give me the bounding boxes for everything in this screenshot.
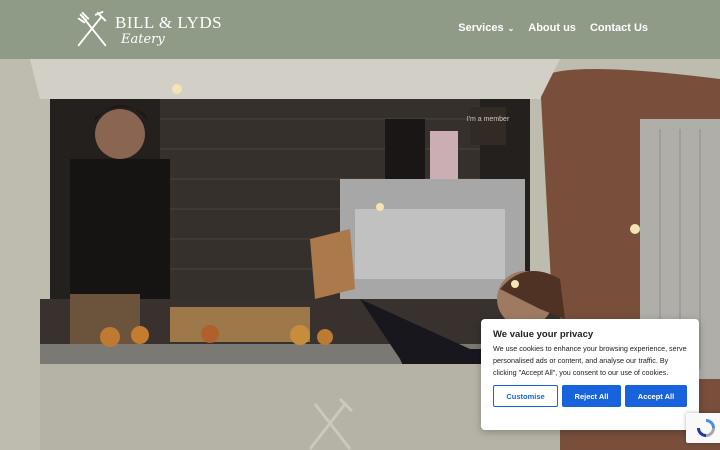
fork-wheat-icon — [77, 11, 107, 47]
site-header: BILL & LYDS Eatery Services ⌄ About us C… — [0, 0, 720, 59]
accept-all-button[interactable]: Accept All — [625, 385, 687, 407]
logo-title: BILL & LYDS — [115, 13, 223, 32]
nav-item-contact-us[interactable]: Contact Us — [590, 22, 648, 34]
cookie-buttons: Customise Reject All Accept All — [493, 385, 687, 407]
cookie-title: We value your privacy — [493, 329, 594, 340]
logo-subtitle: Eatery — [121, 32, 165, 47]
nav-item-label: About us — [528, 22, 576, 34]
reject-all-button[interactable]: Reject All — [562, 385, 621, 407]
recaptcha-icon — [697, 419, 715, 437]
cookie-description: We use cookies to enhance your browsing … — [493, 344, 687, 377]
nav-item-about-us[interactable]: About us — [528, 22, 576, 34]
main-nav: Services ⌄ About us Contact Us — [458, 22, 648, 34]
nav-item-services[interactable]: Services ⌄ — [458, 22, 514, 34]
recaptcha-badge[interactable] — [686, 413, 720, 443]
cookie-consent-banner: We value your privacy We use cookies to … — [481, 319, 699, 430]
site-logo[interactable]: BILL & LYDS Eatery — [73, 8, 223, 52]
nav-item-label: Services — [458, 22, 504, 34]
nav-item-label: Contact Us — [589, 22, 648, 34]
logo-text: BILL & LYDS Eatery — [115, 14, 222, 46]
customise-button[interactable]: Customise — [493, 385, 558, 407]
chevron-down-icon: ⌄ — [507, 23, 515, 33]
